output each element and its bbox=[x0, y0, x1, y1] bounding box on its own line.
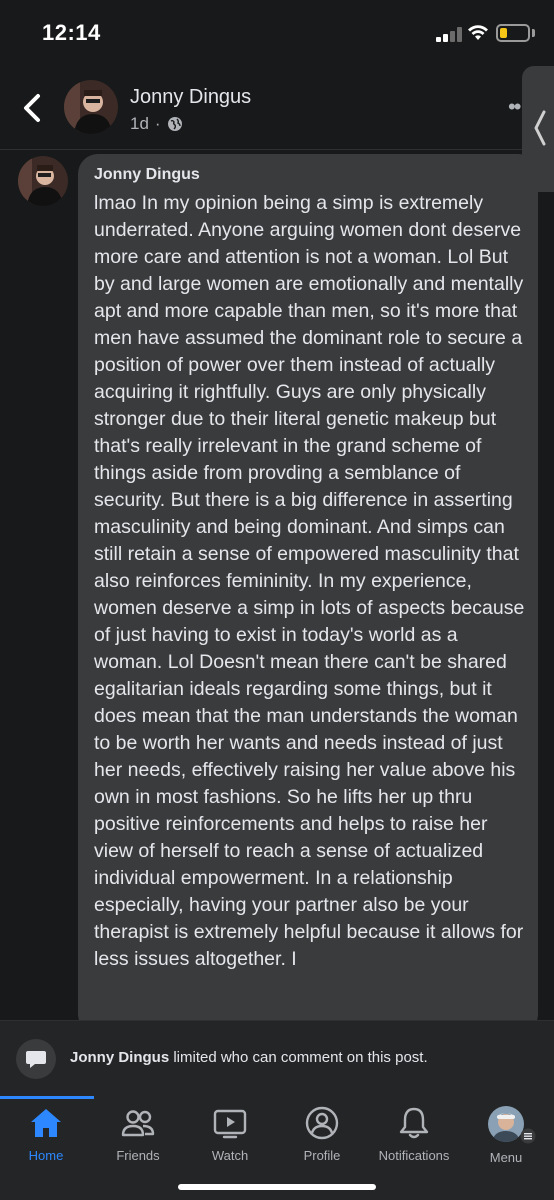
author-avatar[interactable] bbox=[64, 80, 118, 134]
tab-menu-label: Menu bbox=[489, 1150, 523, 1165]
post-header: Jonny Dingus 1d · •• bbox=[0, 66, 554, 192]
tab-profile[interactable]: Profile bbox=[276, 1106, 368, 1172]
commenter-avatar[interactable] bbox=[18, 156, 68, 206]
comment-author[interactable]: Jonny Dingus bbox=[94, 166, 200, 184]
tab-watch[interactable]: Watch bbox=[184, 1106, 276, 1172]
tab-notifications-label: Notifications bbox=[378, 1148, 450, 1163]
watch-icon bbox=[213, 1109, 247, 1139]
home-icon bbox=[31, 1109, 61, 1137]
tab-friends-label: Friends bbox=[116, 1148, 160, 1163]
comment-text: lmao In my opinion being a simp is extre… bbox=[94, 192, 525, 970]
chevron-left-icon bbox=[534, 110, 546, 146]
active-tab-indicator bbox=[0, 1096, 94, 1099]
notice-icon-circle bbox=[16, 1039, 56, 1079]
post-meta: 1d · bbox=[130, 114, 183, 134]
comment-bubble: Jonny Dingus lmao In my opinion being a … bbox=[78, 154, 538, 1034]
more-options-icon[interactable]: •• bbox=[508, 96, 521, 118]
profile-icon bbox=[305, 1106, 339, 1140]
post-age: 1d bbox=[130, 114, 149, 133]
comment-bubble-icon bbox=[26, 1051, 46, 1068]
status-time: 12:14 bbox=[42, 20, 101, 45]
tab-watch-label: Watch bbox=[211, 1148, 249, 1163]
tab-profile-label: Profile bbox=[303, 1148, 341, 1163]
menu-hamburger-badge-icon bbox=[520, 1128, 536, 1144]
comment-limit-notice: Jonny Dingus limited who can comment on … bbox=[0, 1020, 554, 1096]
notice-text: Jonny Dingus limited who can comment on … bbox=[70, 1049, 428, 1066]
wifi-icon bbox=[468, 25, 488, 40]
cellular-signal-icon bbox=[436, 26, 462, 42]
tab-home[interactable]: Home bbox=[0, 1106, 92, 1172]
author-name[interactable]: Jonny Dingus bbox=[130, 86, 251, 109]
notice-name[interactable]: Jonny Dingus bbox=[70, 1049, 169, 1066]
tab-friends[interactable]: Friends bbox=[92, 1106, 184, 1172]
back-chevron-icon[interactable] bbox=[18, 90, 48, 126]
home-indicator bbox=[178, 1184, 376, 1190]
status-bar: 12:14 bbox=[0, 0, 554, 60]
battery-icon bbox=[496, 24, 530, 42]
menu-avatar-icon bbox=[488, 1106, 524, 1142]
globe-icon bbox=[167, 117, 182, 131]
friends-icon bbox=[121, 1110, 155, 1137]
bell-icon bbox=[399, 1107, 429, 1139]
tab-menu[interactable]: Menu bbox=[460, 1106, 552, 1172]
separator-dot: · bbox=[154, 114, 161, 133]
tab-home-label: Home bbox=[28, 1148, 64, 1163]
battery-tip bbox=[532, 29, 535, 37]
tab-notifications[interactable]: Notifications bbox=[368, 1106, 460, 1172]
notice-message: limited who can comment on this post. bbox=[169, 1049, 428, 1066]
